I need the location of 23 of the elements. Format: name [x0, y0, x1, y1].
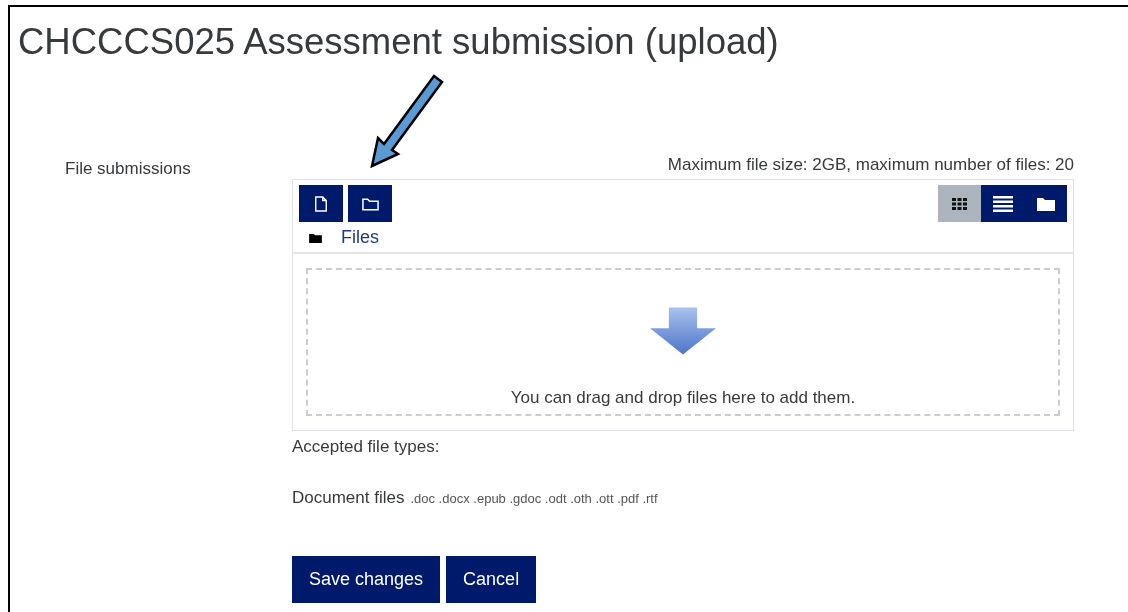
- down-arrow-icon: [650, 306, 716, 356]
- create-folder-button[interactable]: [348, 185, 392, 222]
- folder-icon: [309, 232, 322, 243]
- field-label: File submissions: [64, 158, 192, 180]
- view-mode-button[interactable]: [1024, 185, 1067, 222]
- folder-icon: [361, 196, 379, 211]
- folder-path-link[interactable]: Files: [341, 227, 379, 248]
- drop-zone-hint: You can drag and drop files here to add them.: [510, 388, 856, 408]
- add-file-button[interactable]: [299, 185, 343, 222]
- file-limits-text: Maximum file size: 2GB, maximum number of files: 20: [666, 154, 1074, 176]
- accepted-types-heading: Accepted file types:: [292, 437, 441, 457]
- grid-icon: [952, 197, 967, 210]
- cancel-button[interactable]: Cancel: [446, 556, 537, 603]
- drop-zone[interactable]: You can drag and drop files here to add them.: [306, 268, 1060, 416]
- save-button[interactable]: Save changes: [292, 556, 441, 603]
- view-mode-button[interactable]: [981, 185, 1024, 222]
- page-title: CHCCCS025 Assessment submission (upload): [18, 21, 780, 63]
- file-icon: [314, 195, 328, 212]
- file-type-name: Document files: [292, 488, 405, 508]
- view-mode-button[interactable]: [938, 185, 981, 222]
- file-extensions: .doc .docx .epub .gdoc .odt .oth .ott .pdf .rtf: [410, 491, 658, 506]
- folder-icon: [1036, 196, 1055, 211]
- list-icon: [992, 195, 1013, 212]
